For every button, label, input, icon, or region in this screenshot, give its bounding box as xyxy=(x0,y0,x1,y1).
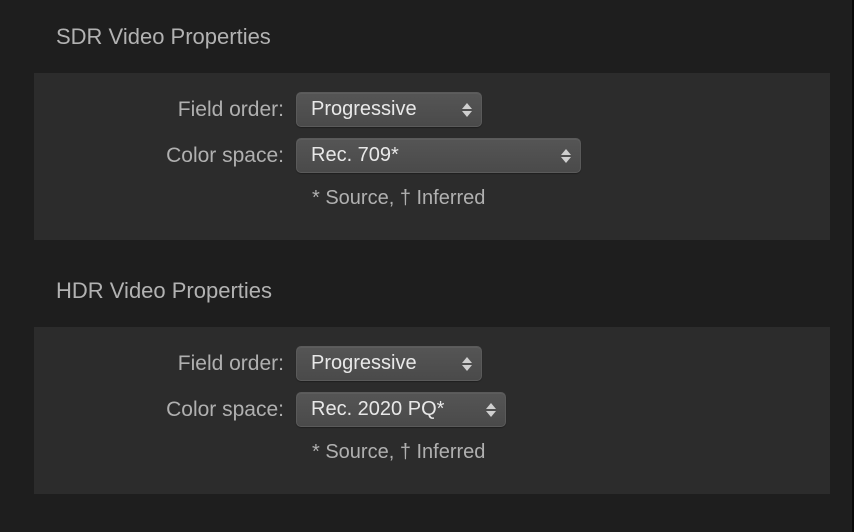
hdr-field-order-value: Progressive xyxy=(311,352,417,375)
sdr-footnote: * Source, † Inferred xyxy=(34,187,830,210)
sdr-color-space-label: Color space: xyxy=(34,144,296,168)
hdr-field-order-label: Field order: xyxy=(34,352,296,376)
updown-arrows-icon xyxy=(561,149,571,163)
sdr-field-order-select[interactable]: Progressive xyxy=(296,92,482,127)
updown-arrows-icon xyxy=(486,403,496,417)
sdr-color-space-select[interactable]: Rec. 709* xyxy=(296,138,581,173)
sdr-field-order-label: Field order: xyxy=(34,98,296,122)
sdr-color-space-value: Rec. 709* xyxy=(311,144,399,167)
hdr-field-order-select[interactable]: Progressive xyxy=(296,346,482,381)
hdr-footnote: * Source, † Inferred xyxy=(34,441,830,464)
hdr-section-title: HDR Video Properties xyxy=(0,278,830,304)
updown-arrows-icon xyxy=(462,103,472,117)
hdr-color-space-select[interactable]: Rec. 2020 PQ* xyxy=(296,392,506,427)
updown-arrows-icon xyxy=(462,357,472,371)
hdr-section-body: Field order: Progressive Color space: Re… xyxy=(34,327,830,494)
sdr-field-order-value: Progressive xyxy=(311,98,417,121)
hdr-color-space-label: Color space: xyxy=(34,398,296,422)
hdr-color-space-value: Rec. 2020 PQ* xyxy=(311,398,444,421)
sdr-section-title: SDR Video Properties xyxy=(0,24,830,50)
sdr-section-body: Field order: Progressive Color space: Re… xyxy=(34,73,830,240)
